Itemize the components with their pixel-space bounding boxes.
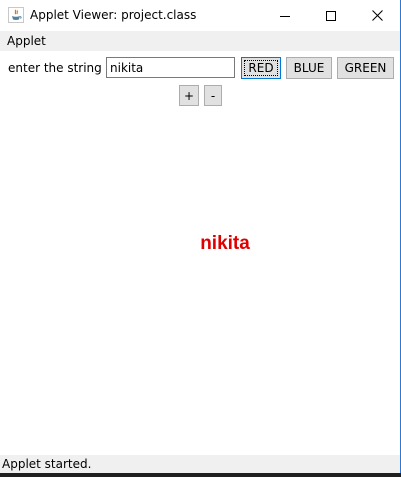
decrease-size-button[interactable]: -	[204, 85, 222, 106]
menu-applet[interactable]: Applet	[7, 34, 46, 48]
window-title: Applet Viewer: project.class	[30, 8, 197, 22]
applet-viewer-window: Applet Viewer: project.class Applet ente…	[0, 0, 401, 477]
red-button[interactable]: RED	[241, 57, 281, 79]
status-bar: Applet started.	[0, 455, 400, 473]
close-button[interactable]	[354, 0, 400, 31]
minimize-button[interactable]	[262, 0, 308, 31]
title-bar[interactable]: Applet Viewer: project.class	[0, 0, 400, 31]
window-bottom-edge	[0, 473, 401, 477]
menu-bar: Applet	[0, 31, 400, 51]
prompt-label: enter the string	[8, 61, 102, 75]
blue-button[interactable]: BLUE	[286, 57, 332, 79]
applet-content: enter the string RED BLUE GREEN + - niki…	[0, 51, 400, 455]
maximize-button[interactable]	[308, 0, 354, 31]
maximize-icon	[326, 6, 336, 25]
status-text: Applet started.	[2, 457, 92, 471]
java-icon	[8, 7, 24, 23]
increase-size-button[interactable]: +	[179, 85, 199, 106]
green-button[interactable]: GREEN	[337, 57, 394, 79]
rendered-string: nikita	[200, 233, 250, 254]
string-input[interactable]	[106, 57, 235, 78]
close-icon	[371, 6, 383, 25]
minimize-icon	[280, 6, 290, 25]
